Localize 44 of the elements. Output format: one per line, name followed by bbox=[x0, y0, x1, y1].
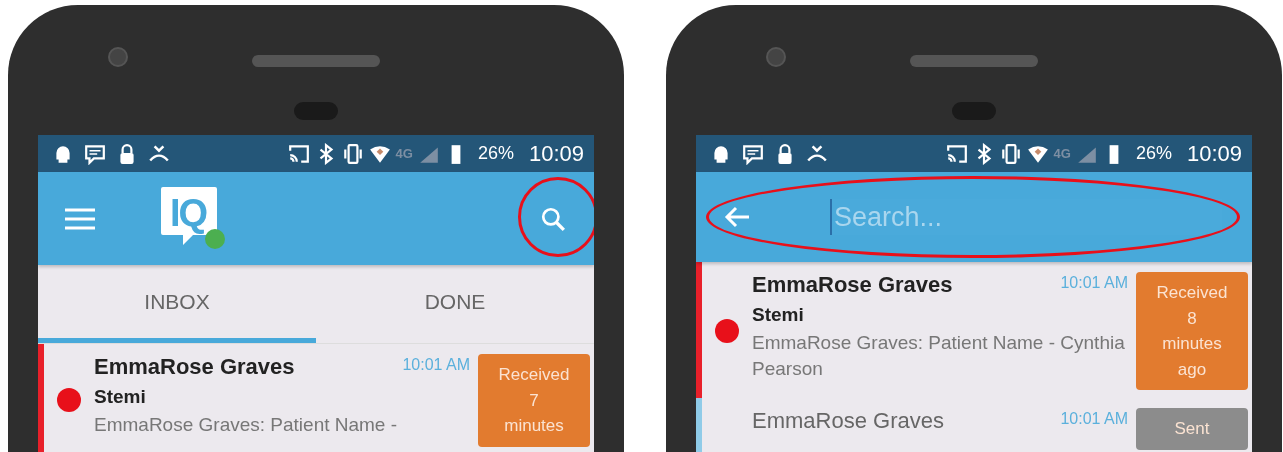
message-row[interactable]: EmmaRose Graves 10:01 AM Stemi EmmaRose Graves: Patient Name - Received 7 minutes bbox=[38, 344, 594, 452]
network-type-text: 4G bbox=[395, 146, 413, 161]
app-logo: IQ bbox=[161, 186, 217, 245]
sender-name: EmmaRose Graves bbox=[752, 408, 944, 434]
tab[interactable]: DONE bbox=[316, 265, 594, 343]
message-subject: Stemi bbox=[752, 304, 805, 326]
clock-time: 10:09 bbox=[528, 140, 584, 167]
menu-icon[interactable] bbox=[65, 207, 95, 230]
badge-text: Received bbox=[498, 364, 570, 386]
message-subject: Stemi bbox=[94, 386, 147, 408]
message-time: 10:01 AM bbox=[1060, 409, 1128, 429]
message-time: 10:01 AM bbox=[1060, 273, 1128, 293]
vibrate-icon bbox=[999, 142, 1022, 165]
badge-text: minutes bbox=[1162, 333, 1222, 355]
message-preview: EmmaRose Graves: Patient Name - bbox=[94, 413, 399, 437]
message-icon bbox=[84, 142, 106, 165]
cast-icon bbox=[945, 142, 968, 165]
clock-time: 10:09 bbox=[1186, 140, 1242, 167]
back-arrow-icon[interactable] bbox=[724, 206, 750, 228]
badge-text: ago bbox=[1177, 358, 1207, 381]
badge-text: Sent bbox=[1174, 418, 1210, 440]
battery-percent: 26% bbox=[477, 143, 514, 164]
sender-name: EmmaRose Graves bbox=[94, 354, 295, 380]
message-row[interactable]: EmmaRose Graves 10:01 AM Stemi EmmaRose Graves: Patient Name - Cynthia Pearson Received 8 minutes ago bbox=[696, 262, 1252, 398]
message-icon bbox=[742, 142, 764, 165]
badge-text: 7 bbox=[529, 389, 539, 412]
speaker-grille-icon bbox=[910, 55, 1038, 67]
tab[interactable]: INBOX bbox=[38, 265, 316, 343]
badge-text: 8 bbox=[1187, 307, 1197, 330]
speaker-grille-icon bbox=[252, 55, 380, 67]
network-type-text: 4G bbox=[1053, 146, 1071, 161]
cast-icon bbox=[287, 142, 310, 165]
badge-text: minutes bbox=[504, 415, 564, 437]
camera-icon bbox=[766, 47, 786, 67]
vibrate-icon bbox=[341, 142, 364, 165]
battery-percent: 26% bbox=[1135, 143, 1172, 164]
message-row[interactable]: EmmaRose Graves 10:01 AM Sent bbox=[696, 398, 1252, 452]
message-preview: EmmaRose Graves: Patient Name - Cynthia Pearson bbox=[752, 331, 1126, 381]
message-time: 10:01 AM bbox=[402, 355, 470, 375]
sender-name: EmmaRose Graves bbox=[752, 272, 953, 298]
camera-icon bbox=[108, 47, 128, 67]
search-icon[interactable] bbox=[540, 205, 566, 232]
badge-text: Received bbox=[1156, 282, 1228, 304]
search-bar[interactable]: Search... bbox=[696, 172, 1252, 262]
